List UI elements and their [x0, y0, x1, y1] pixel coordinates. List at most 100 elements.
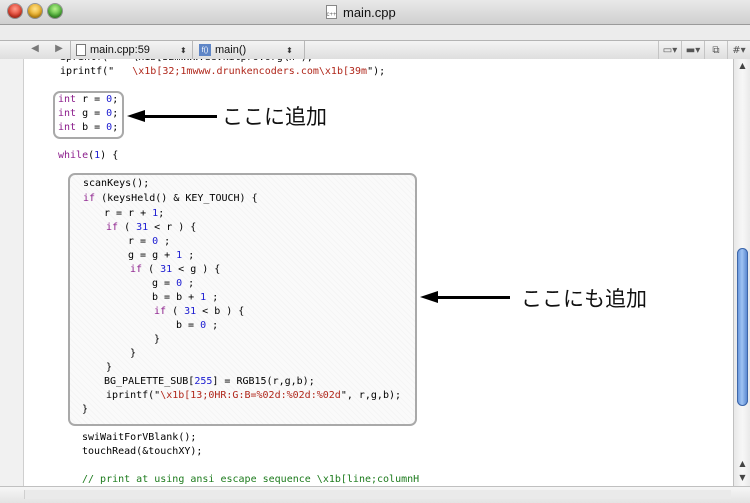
code-line: r = r + 1; [104, 207, 164, 221]
file-history-popup[interactable]: main.cpp:59 ⬍ [76, 42, 187, 58]
code-line: r = 0 ; [128, 235, 170, 249]
code-token: \x1b[13;0HR:G:B=%02d:%02d:%02d [160, 390, 341, 401]
code-token: BG_PALETTE_SUB[ [104, 376, 195, 387]
code-token: ; [182, 278, 195, 289]
divider [70, 41, 71, 59]
code-token: ) { [100, 150, 119, 161]
scroll-down-arrow-icon[interactable]: ▼ [734, 471, 750, 485]
code-token: swiWaitForVBlank(); [82, 432, 197, 443]
file-icon [76, 44, 86, 56]
code-line: swiWaitForVBlank(); [82, 431, 196, 445]
breakpoints-icon[interactable]: ▬▾ [681, 41, 704, 59]
code-token: 31 [160, 264, 173, 275]
code-token: r = [76, 94, 107, 105]
code-token: r = r + [104, 208, 153, 219]
forward-arrow-icon[interactable]: ▶ [52, 43, 66, 54]
includes-icon[interactable]: #▾ [727, 41, 750, 59]
code-token: if [154, 306, 167, 317]
code-token: ; [112, 94, 119, 105]
code-token: touchRead(&touchXY); [82, 446, 203, 457]
code-token: iprintf(" [60, 66, 133, 77]
horizontal-scrollbar[interactable] [0, 486, 750, 503]
code-line: } [154, 333, 160, 347]
close-window-button[interactable] [8, 4, 22, 18]
file-selector-label: main.cpp:59 [90, 44, 150, 56]
code-token: < b ) { [196, 306, 245, 317]
zoom-window-button[interactable] [48, 4, 62, 18]
file-icon-label: c++ [326, 12, 337, 18]
divider [304, 41, 305, 59]
code-line: g = 0 ; [152, 277, 194, 291]
code-line: touchRead(&touchXY); [82, 445, 202, 459]
code-line: b = 0 ; [176, 319, 218, 333]
function-selector-label: main() [215, 44, 247, 56]
code-token: if [106, 222, 119, 233]
code-token: 255 [194, 376, 213, 387]
code-token: g = [76, 108, 107, 119]
scroll-thumb[interactable] [737, 248, 748, 406]
editor-navigation-bar: ◀ ▶ main.cpp:59 ⬍ f() main() ⬍ ▭▾ ▬▾ ⧉ #… [0, 40, 750, 60]
annotation-label: ここにも追加 [521, 287, 647, 311]
code-token: < g ) { [172, 264, 221, 275]
code-token: b = [176, 320, 201, 331]
code-token: if [83, 193, 96, 204]
code-line: if (keysHeld() & KEY_TOUCH) { [83, 192, 258, 206]
code-token: b = b + [152, 292, 201, 303]
annotation-label: ここに追加 [222, 105, 327, 129]
code-token: ( [118, 222, 137, 233]
bookmarks-icon[interactable]: ▭▾ [658, 41, 681, 59]
minimize-window-button[interactable] [28, 4, 42, 18]
code-token: iprintf(" [106, 390, 161, 401]
code-line: int b = 0; [58, 121, 118, 135]
code-token: \x1b[32;1mwww.drunkencoders.com\x1b[39m [132, 66, 368, 77]
code-token: ; [158, 208, 165, 219]
code-token: } [82, 404, 89, 415]
code-line: BG_PALETTE_SUB[255] = RGB15(r,g,b); [104, 375, 315, 389]
code-editor[interactable]: iprintf(" \x1b[32mwww.devkitpro.org\n");… [24, 59, 733, 486]
code-token: ] = RGB15(r,g,b); [212, 376, 315, 387]
code-token: iprintf(" \x1b[32mwww.devkitpro.org\n"); [60, 59, 313, 63]
code-token: int [58, 94, 77, 105]
function-popup[interactable]: f() main() ⬍ [199, 42, 293, 58]
window-title: c++ main.cpp [326, 4, 396, 20]
code-token: if [130, 264, 143, 275]
code-token: ; [158, 236, 171, 247]
scroll-up-arrow-icon[interactable]: ▲ [734, 457, 750, 471]
popup-arrows-icon: ⬍ [179, 45, 187, 55]
code-line: if ( 31 < b ) { [154, 305, 244, 319]
code-token: g = g + [128, 250, 177, 261]
code-line: iprintf(" \x1b[32;1mwww.drunkencoders.co… [60, 65, 385, 79]
code-token: ; [182, 250, 195, 261]
horizontal-scroll-track[interactable] [24, 490, 731, 499]
back-arrow-icon[interactable]: ◀ [28, 43, 42, 54]
code-line: while(1) { [58, 149, 118, 163]
code-token: ( [166, 306, 185, 317]
code-token: int [58, 108, 77, 119]
code-token: } [130, 348, 137, 359]
code-token: b = [76, 122, 107, 133]
popup-arrows-icon: ⬍ [286, 45, 293, 55]
vertical-scrollbar[interactable]: ▲ ▲ ▼ [733, 59, 750, 486]
code-token: while [58, 150, 89, 161]
code-token: scanKeys(); [83, 178, 150, 189]
window-title-text: main.cpp [343, 4, 396, 20]
code-line: int r = 0; [58, 93, 118, 107]
code-line: if ( 31 < g ) { [130, 263, 220, 277]
divider [192, 41, 193, 59]
editor-gutter [0, 59, 24, 486]
counterpart-icon[interactable]: ⧉ [704, 41, 727, 59]
code-token: r = [128, 236, 153, 247]
scroll-up-arrow-icon[interactable]: ▲ [734, 59, 750, 73]
code-token: ", r,g,b); [340, 390, 402, 401]
code-token: ; [206, 292, 219, 303]
code-token: // print at using ansi escape sequence \… [82, 474, 420, 485]
navbar-right-icons: ▭▾ ▬▾ ⧉ #▾ [658, 41, 750, 59]
code-line: } [82, 403, 88, 417]
code-token: } [154, 334, 161, 345]
annotation-arrow-line [435, 296, 510, 299]
code-token: (keysHeld() & KEY_TOUCH) { [95, 193, 258, 204]
toolbar-area [0, 25, 750, 40]
code-line: } [106, 361, 112, 375]
code-line: iprintf("\x1b[13;0HR:G:B=%02d:%02d:%02d"… [106, 389, 401, 403]
code-line: int g = 0; [58, 107, 118, 121]
